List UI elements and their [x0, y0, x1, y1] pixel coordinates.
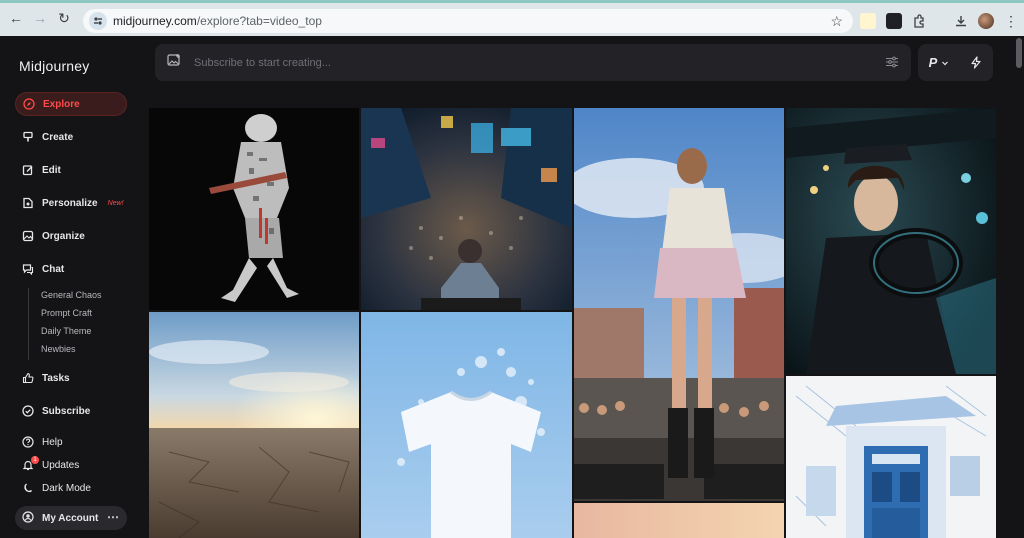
- gallery-tile[interactable]: [574, 108, 784, 501]
- extension-warning-icon[interactable]: [860, 13, 876, 29]
- sidebar-item-label: Personalize: [42, 197, 98, 209]
- image-prompt-icon[interactable]: [167, 53, 181, 72]
- brush-icon: [22, 131, 34, 143]
- prompt-bar[interactable]: Subscribe to start creating...: [155, 44, 911, 81]
- sidebar-item-label: Organize: [42, 230, 85, 242]
- forward-icon[interactable]: →: [28, 6, 52, 30]
- blue-building-sketch-image: [786, 376, 996, 538]
- sidebar-item-label: Create: [42, 131, 74, 143]
- sidebar-item-label: Chat: [42, 263, 65, 275]
- sidebar-item-explore[interactable]: Explore: [15, 92, 127, 116]
- extension-icon[interactable]: [886, 13, 902, 29]
- thumbs-up-icon: [22, 372, 34, 384]
- subscribe-icon: [22, 405, 34, 417]
- user-circle-icon: [22, 510, 34, 526]
- chat-channel-daily-theme[interactable]: Daily Theme: [41, 326, 91, 336]
- sidebar-item-help[interactable]: Help: [15, 430, 127, 454]
- sidebar-item-label: Dark Mode: [42, 482, 91, 494]
- edit-icon: [22, 164, 34, 176]
- url-path: /explore?tab=video_top: [196, 14, 322, 28]
- help-icon: [22, 436, 34, 448]
- gallery-tile[interactable]: [149, 312, 359, 538]
- url-host: midjourney.com: [113, 14, 197, 28]
- sidebar-item-dark-mode[interactable]: Dark Mode: [15, 476, 127, 500]
- personalize-icon: [22, 197, 34, 209]
- bell-icon: 1: [22, 456, 39, 471]
- sidebar-item-create[interactable]: Create: [15, 125, 127, 149]
- personalization-toggle[interactable]: P: [929, 55, 950, 70]
- chat-tree-line: [28, 288, 29, 360]
- browser-menu-icon[interactable]: ⋮: [1004, 13, 1018, 30]
- puzzle-icon[interactable]: [912, 14, 926, 28]
- woman-city-square-image: [574, 108, 784, 501]
- sidebar-item-organize[interactable]: Organize: [15, 224, 127, 248]
- midjourney-app: Midjourney Explore Create Edit Personali…: [0, 36, 1024, 538]
- gallery-tile[interactable]: [786, 376, 996, 538]
- chevron-down-icon: [942, 61, 949, 65]
- desert-sunset-image: [149, 312, 359, 538]
- profile-avatar[interactable]: [978, 13, 994, 29]
- my-account-button[interactable]: My Account ⋯: [15, 506, 127, 530]
- page-scrollbar[interactable]: [1016, 38, 1022, 68]
- gallery-tile[interactable]: [149, 108, 359, 310]
- browser-toolbar: ← → ↻ midjourney.com/explore?tab=video_t…: [0, 0, 1024, 36]
- back-icon[interactable]: ←: [4, 6, 28, 30]
- address-bar[interactable]: midjourney.com/explore?tab=video_top ☆: [83, 9, 853, 33]
- sidebar-item-label: Help: [42, 436, 63, 448]
- updates-count-badge: 1: [31, 456, 39, 464]
- prompt-input[interactable]: Subscribe to start creating...: [194, 57, 331, 69]
- gallery-tile[interactable]: [786, 108, 996, 374]
- logo[interactable]: Midjourney: [19, 58, 89, 74]
- reload-icon[interactable]: ↻: [52, 6, 76, 30]
- gallery-tile[interactable]: [574, 503, 784, 538]
- sidebar-item-subscribe[interactable]: Subscribe: [15, 399, 127, 423]
- download-icon[interactable]: [954, 14, 968, 28]
- sidebar-item-chat[interactable]: Chat: [15, 257, 127, 281]
- mode-controls: P: [918, 44, 993, 81]
- sidebar: Midjourney Explore Create Edit Personali…: [0, 36, 140, 538]
- url-text: midjourney.com/explore?tab=video_top: [113, 14, 322, 28]
- gallery-tile[interactable]: [361, 108, 572, 310]
- browser-extensions: ⋮: [860, 9, 1018, 33]
- city-crossing-aerial-image: [361, 108, 572, 310]
- moon-icon: [22, 482, 34, 494]
- account-label: My Account: [42, 512, 99, 524]
- gallery-tile[interactable]: [361, 312, 572, 538]
- sidebar-item-label: Updates: [42, 459, 80, 471]
- chat-icon: [22, 263, 34, 275]
- samurai-typography-image: [149, 108, 359, 310]
- sidebar-item-label: Explore: [43, 98, 80, 110]
- more-options-icon[interactable]: ⋯: [107, 510, 119, 524]
- chat-channel-prompt-craft[interactable]: Prompt Craft: [41, 308, 92, 318]
- new-badge: New!: [107, 199, 124, 207]
- image-icon: [22, 230, 34, 242]
- sidebar-item-tasks[interactable]: Tasks: [15, 366, 127, 390]
- site-settings-icon[interactable]: [89, 12, 107, 30]
- lightning-icon[interactable]: [970, 56, 982, 69]
- sidebar-item-label: Subscribe: [42, 405, 91, 417]
- sunset-strip-image: [574, 503, 784, 538]
- sidebar-item-label: Tasks: [42, 372, 70, 384]
- sidebar-item-edit[interactable]: Edit: [15, 158, 127, 182]
- sidebar-item-updates[interactable]: 1 Updates: [15, 453, 127, 477]
- chat-channel-newbies[interactable]: Newbies: [41, 344, 76, 354]
- chat-channel-general-chaos[interactable]: General Chaos: [41, 290, 102, 300]
- bookmark-star-icon[interactable]: ☆: [830, 13, 843, 30]
- compass-icon: [23, 98, 35, 110]
- settings-sliders-icon[interactable]: [885, 55, 899, 74]
- sidebar-item-label: Edit: [42, 164, 61, 176]
- sidebar-item-personalize[interactable]: Personalize New!: [15, 191, 127, 215]
- personalization-label: P: [928, 55, 938, 70]
- white-tshirt-splash-image: [361, 312, 572, 538]
- woman-driving-car-image: [786, 108, 996, 374]
